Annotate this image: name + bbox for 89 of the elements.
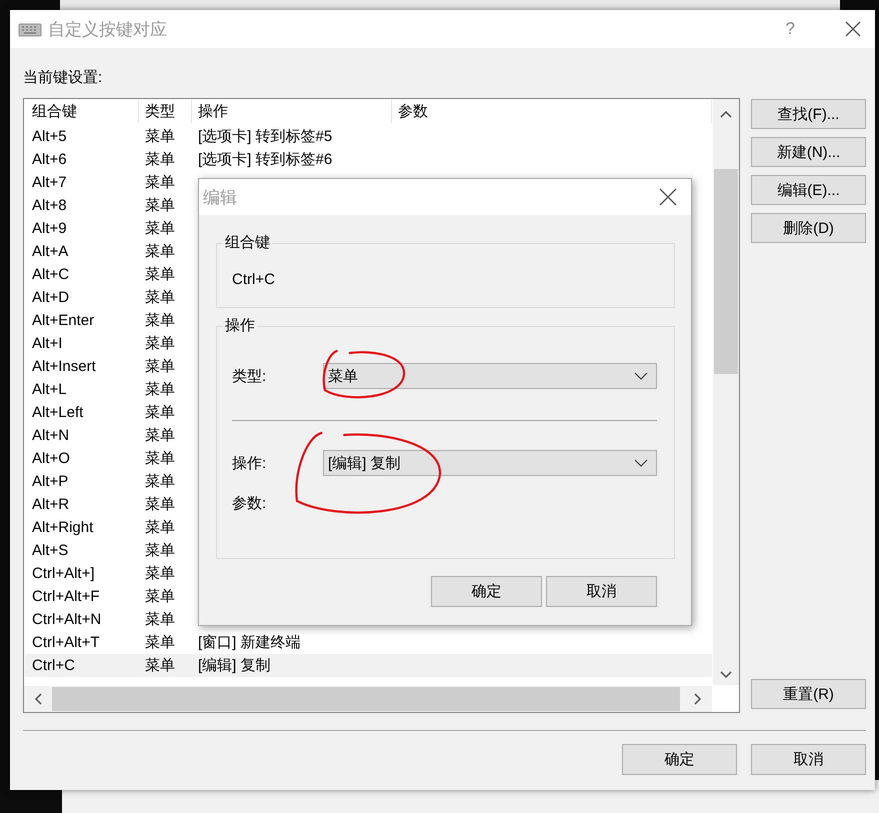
table-cell-text: Ctrl+Alt+T: [32, 634, 101, 651]
cancel-button[interactable]: 取消: [751, 744, 866, 775]
table-cell-text: 菜单: [144, 587, 176, 606]
scroll-down-icon: [720, 671, 732, 679]
keyboard-icon: [18, 21, 42, 37]
table-cell-text: Alt+I: [32, 335, 64, 352]
table-cell-text: Alt+A: [32, 243, 70, 260]
close-icon: [659, 188, 677, 206]
horizontal-scrollbar[interactable]: [24, 686, 712, 712]
vertical-scrollbar[interactable]: [713, 99, 739, 685]
table-cell-text: 菜单: [144, 173, 176, 192]
table-cell-text: [选项卡] 转到标签#6: [197, 150, 334, 169]
list-label: 当前键设置:: [23, 68, 104, 88]
table-cell-text: 菜单: [144, 127, 176, 146]
table-cell-text: 菜单: [144, 334, 176, 353]
column-header[interactable]: 参数: [392, 100, 712, 123]
table-cell-text: 菜单: [144, 656, 176, 675]
scroll-up-icon: [720, 110, 732, 118]
side-button[interactable]: 删除(D): [751, 213, 866, 243]
table-cell-text: Ctrl+Alt+]: [32, 565, 96, 582]
table-cell-text: Alt+Insert: [32, 358, 97, 375]
chevron-down-icon: [634, 459, 648, 467]
table-cell-text: Alt+Left: [32, 404, 84, 421]
scroll-thumb[interactable]: [714, 169, 738, 374]
dropdown[interactable]: 菜单: [323, 363, 657, 389]
table-cell-text: 菜单: [144, 495, 176, 514]
table-cell-text: Alt+9: [32, 220, 68, 237]
field-label: 类型:: [232, 366, 268, 386]
table-cell-text: Alt+N: [32, 427, 70, 444]
cancel-button[interactable]: 取消: [546, 576, 657, 607]
table-cell-text: 菜单: [144, 610, 176, 629]
table-cell-text: Ctrl+Alt+F: [32, 588, 101, 605]
table-cell-text: 菜单: [144, 265, 176, 284]
table-cell-text: 菜单: [144, 150, 176, 169]
table-cell-text: Alt+L: [32, 381, 68, 398]
side-button[interactable]: 查找(F)...: [751, 99, 866, 129]
table-cell-text: 菜单: [144, 196, 176, 215]
table-cell-text: 菜单: [144, 403, 176, 422]
table-cell-text: Alt+5: [32, 128, 68, 145]
table-cell-text: Alt+D: [32, 289, 70, 306]
selected-row[interactable]: Ctrl+C 菜单 [编辑] 复制: [25, 654, 712, 677]
field-label: 参数:: [232, 494, 268, 513]
ok-button[interactable]: 确定: [622, 744, 737, 775]
table-cell-text: 菜单: [144, 426, 176, 445]
field-label: 操作:: [232, 454, 268, 472]
side-button[interactable]: 新建(N)...: [751, 137, 866, 167]
table-cell-text: [编辑] 复制: [197, 656, 272, 675]
window-title: 自定义按键对应: [48, 18, 167, 40]
table-cell-text: Alt+8: [32, 197, 68, 214]
chevron-down-icon: [634, 372, 648, 380]
table-cell-text: Alt+Right: [32, 519, 94, 536]
side-button[interactable]: 编辑(E)...: [751, 175, 866, 205]
table-cell-text: Alt+S: [32, 542, 70, 559]
column-header[interactable]: 操作: [192, 100, 392, 123]
help-button[interactable]: ?: [786, 19, 795, 39]
table-cell-text: Alt+O: [32, 450, 71, 467]
table-cell-text: 菜单: [144, 311, 176, 330]
table-cell-text: 菜单: [144, 518, 176, 537]
table-cell-text: Alt+C: [32, 266, 70, 283]
table-cell-text: Alt+7: [32, 174, 68, 191]
scroll-thumb[interactable]: [52, 687, 680, 711]
key-value: Ctrl+C: [231, 270, 276, 288]
ok-button[interactable]: 确定: [431, 576, 542, 607]
table-cell-text: 菜单: [144, 242, 176, 261]
table-cell-text: 菜单: [144, 564, 176, 583]
table-cell-text: Alt+Enter: [32, 312, 96, 329]
close-icon: [845, 21, 861, 37]
table-cell-text: 菜单: [144, 472, 176, 491]
table-cell-text: Alt+6: [32, 151, 68, 168]
table-cell-text: [选项卡] 转到标签#5: [197, 127, 334, 146]
table-cell-text: [窗口] 新建终端: [197, 633, 302, 652]
table-cell-text: 菜单: [144, 357, 176, 376]
table-cell-text: 菜单: [144, 380, 176, 399]
table-cell-text: Ctrl+Alt+N: [32, 611, 102, 628]
table-cell-text: Alt+P: [32, 473, 70, 490]
scroll-left-icon: [34, 693, 42, 705]
reset-button[interactable]: 重置(R): [751, 679, 866, 709]
table-cell-text: Ctrl+C: [32, 657, 76, 674]
dialog-title: 编辑: [203, 186, 237, 208]
column-header[interactable]: 组合键: [32, 100, 139, 123]
table-cell-text: 菜单: [144, 449, 176, 468]
table-cell-text: 菜单: [144, 288, 176, 307]
table-cell-text: Alt+R: [32, 496, 70, 513]
scroll-right-icon: [694, 693, 702, 705]
table-cell-text: 菜单: [144, 633, 176, 652]
table-cell-text: 菜单: [144, 219, 176, 238]
column-header[interactable]: 类型: [139, 100, 192, 123]
table-cell-text: 菜单: [144, 541, 176, 560]
dropdown[interactable]: [编辑] 复制: [323, 450, 657, 476]
